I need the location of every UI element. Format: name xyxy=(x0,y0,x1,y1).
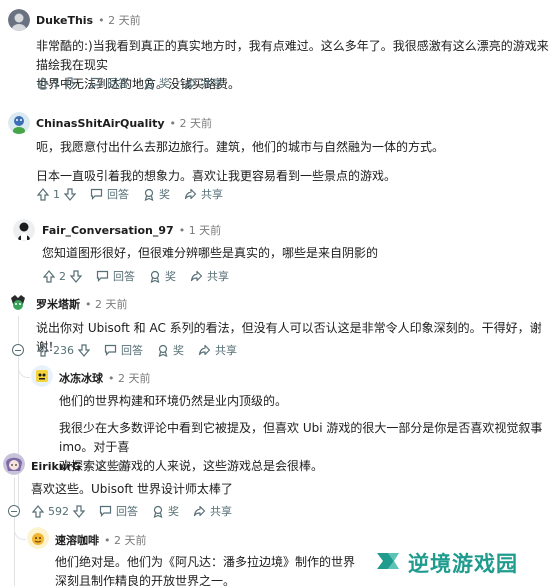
award-icon xyxy=(149,270,161,283)
share-button[interactable]: 共享 xyxy=(190,268,229,284)
timestamp: • 1 天前 xyxy=(178,224,222,237)
watermark-text: 逆境游戏园 xyxy=(408,552,518,576)
username[interactable]: 速溶咖啡 xyxy=(55,532,99,548)
timestamp: • 2 天前 xyxy=(98,14,141,27)
reply-button[interactable]: 回答 xyxy=(104,342,143,358)
upvote-icon[interactable] xyxy=(37,343,49,357)
timestamp: • 2 天前 xyxy=(85,298,128,311)
username[interactable]: 冰冻冰球 xyxy=(59,370,103,386)
timestamp: • 2 天前 xyxy=(104,534,147,547)
upvote-icon[interactable] xyxy=(37,76,49,90)
share-icon xyxy=(184,77,197,89)
comment-actions: 2 回答 奖 共享 xyxy=(43,266,243,286)
downvote-icon[interactable] xyxy=(64,76,76,90)
downvote-icon[interactable] xyxy=(78,343,90,357)
downvote-icon[interactable] xyxy=(64,187,76,201)
share-button[interactable]: 共享 xyxy=(184,75,223,91)
reply-connector xyxy=(14,528,26,540)
award-button[interactable]: 奖 xyxy=(143,186,170,202)
timestamp: • 2 天前 xyxy=(169,117,213,130)
collapse-thread-button[interactable] xyxy=(12,344,24,356)
vote-count: 1 xyxy=(53,76,60,90)
downvote-icon[interactable] xyxy=(70,269,82,283)
upvote-icon[interactable] xyxy=(32,504,44,518)
username[interactable]: EirikurG xyxy=(31,460,81,473)
avatar[interactable] xyxy=(31,365,53,387)
award-button[interactable]: 奖 xyxy=(143,75,170,91)
timestamp: • 2 天前 xyxy=(86,460,129,473)
award-button[interactable]: 奖 xyxy=(149,268,176,284)
avatar[interactable] xyxy=(8,9,30,31)
avatar[interactable] xyxy=(7,292,29,314)
share-icon xyxy=(198,344,211,356)
avatar[interactable] xyxy=(27,527,49,549)
username[interactable]: Fair_Conversation_97 xyxy=(42,224,174,237)
award-button[interactable]: 奖 xyxy=(152,503,179,519)
watermark: 逆境游戏园 xyxy=(374,548,518,578)
share-button[interactable]: 共享 xyxy=(198,342,237,358)
comment-actions: 592 回答 奖 共享 xyxy=(32,501,246,521)
reply-connector xyxy=(18,366,30,378)
comment-body: 他们的世界构建和环境仍然是业内顶级的。 我很少在大多数评论中看到它被提及，但喜欢… xyxy=(59,394,543,473)
username[interactable]: 罗米塔斯 xyxy=(36,296,80,312)
reply-button[interactable]: 回答 xyxy=(96,268,135,284)
comment-actions: 1 回答 奖 共享 xyxy=(37,184,237,204)
share-icon xyxy=(193,505,206,517)
reply-icon xyxy=(96,270,109,282)
award-button[interactable]: 奖 xyxy=(157,342,184,358)
reply-icon xyxy=(99,505,112,517)
reply-icon xyxy=(90,77,103,89)
reply-button[interactable]: 回答 xyxy=(99,503,138,519)
vote-count: 236 xyxy=(53,343,74,357)
share-icon xyxy=(190,270,203,282)
timestamp: • 2 天前 xyxy=(108,372,151,385)
award-icon xyxy=(152,505,164,518)
comment-actions: 1 回答 奖 共享 xyxy=(37,73,237,93)
comment-body: 呃，我愿意付出什么去那边旅行。建筑，他们的城市与自然融为一体的方式。 日本一直吸… xyxy=(36,140,445,183)
reply-button[interactable]: 回答 xyxy=(90,75,129,91)
award-icon xyxy=(143,77,155,90)
username[interactable]: DukeThis xyxy=(36,14,93,27)
vote-count: 1 xyxy=(53,187,60,201)
vote-count: 592 xyxy=(48,504,69,518)
award-icon xyxy=(143,188,155,201)
reply-button[interactable]: 回答 xyxy=(90,186,129,202)
vote-count: 2 xyxy=(59,269,66,283)
username[interactable]: ChinasShitAirQuality xyxy=(36,117,165,130)
comment-actions: 236 回答 奖 共享 xyxy=(37,340,251,360)
share-button[interactable]: 共享 xyxy=(193,503,232,519)
comment-body: 您知道图形很好，但很难分辨哪些是真实的，哪些是来自阴影的 xyxy=(42,246,379,260)
award-icon xyxy=(157,344,169,357)
avatar[interactable] xyxy=(3,453,25,475)
downvote-icon[interactable] xyxy=(73,504,85,518)
watermark-logo-icon xyxy=(374,549,402,578)
comment-body: 他们绝对是。他们为《阿凡达：潘多拉边境》制作的世界很容易 深刻且制作精良的开放世… xyxy=(55,555,355,586)
upvote-icon[interactable] xyxy=(37,187,49,201)
avatar[interactable] xyxy=(13,219,35,241)
share-icon xyxy=(184,188,197,200)
share-button[interactable]: 共享 xyxy=(184,186,223,202)
upvote-icon[interactable] xyxy=(43,269,55,283)
comment-body: 喜欢这些。Ubisoft 世界设计师太棒了 xyxy=(31,482,233,496)
reply-icon xyxy=(90,188,103,200)
reply-icon xyxy=(104,344,117,356)
avatar[interactable] xyxy=(8,112,30,134)
collapse-thread-button[interactable] xyxy=(8,505,20,517)
